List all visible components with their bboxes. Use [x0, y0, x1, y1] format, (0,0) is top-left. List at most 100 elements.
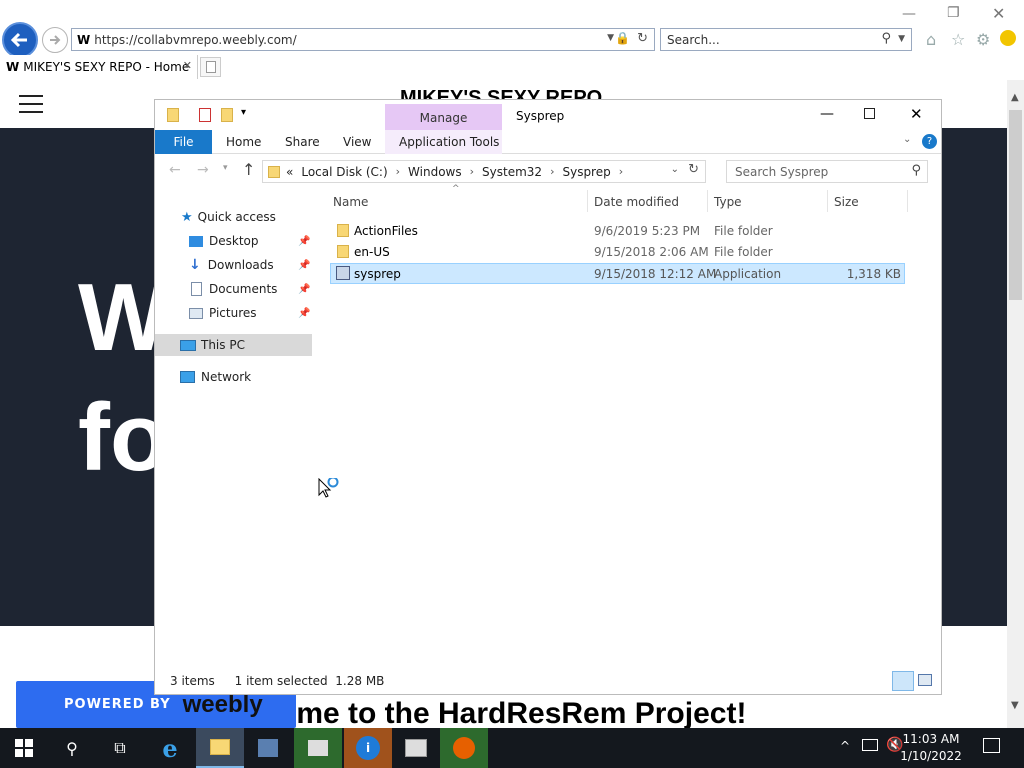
explorer-search-box[interactable]: Search Sysprep ⚲ — [726, 160, 928, 183]
refresh-icon[interactable]: ↻ — [688, 162, 699, 177]
up-arrow-icon[interactable]: ↑ — [242, 160, 255, 179]
browser-search-input[interactable]: Search... — [667, 33, 720, 47]
pin-icon[interactable]: 📌 — [298, 260, 310, 271]
ie-icon[interactable]: e — [146, 728, 194, 768]
firefox-icon[interactable] — [440, 728, 488, 768]
pin-icon[interactable]: 📌 — [298, 308, 310, 319]
nav-network[interactable]: Network — [155, 366, 313, 388]
home-icon[interactable]: ⌂ — [926, 30, 936, 49]
column-header-size[interactable]: Size — [834, 195, 859, 209]
browser-restore-icon[interactable]: ❐ — [947, 5, 960, 21]
network-status-icon[interactable] — [862, 739, 878, 751]
nav-back-icon[interactable]: ← — [169, 162, 181, 178]
search-icon[interactable]: ⚲ — [881, 31, 891, 46]
column-header-name[interactable]: Name — [333, 195, 368, 209]
settings-gear-icon[interactable]: ⚙ — [976, 30, 990, 49]
file-row-sysprep[interactable]: sysprep 9/15/2018 12:12 AM Application 1… — [330, 263, 905, 284]
folder-icon — [337, 245, 349, 258]
scroll-up-icon[interactable]: ▲ — [1011, 92, 1019, 103]
browser-minimize-icon[interactable]: — — [902, 6, 916, 22]
manage-tab[interactable]: Manage — [385, 104, 502, 130]
address-url[interactable]: https://collabvmrepo.weebly.com/ — [94, 33, 296, 47]
chevron-right-icon[interactable]: › — [619, 165, 623, 178]
nav-pictures[interactable]: Pictures 📌 — [155, 302, 313, 324]
task-view-icon[interactable]: ⧉ — [96, 728, 144, 768]
pin-icon[interactable]: 📌 — [298, 284, 310, 295]
explorer-titlebar[interactable]: ▾ Manage Sysprep — ✕ — [155, 100, 941, 130]
nav-this-pc[interactable]: This PC — [155, 334, 312, 356]
maximize-icon[interactable] — [864, 108, 875, 119]
chevron-right-icon[interactable]: › — [470, 165, 474, 178]
pin-icon[interactable]: 📌 — [298, 236, 310, 247]
file-explorer-icon[interactable] — [196, 728, 244, 768]
close-icon[interactable]: ✕ — [910, 105, 923, 123]
tab-view[interactable]: View — [343, 135, 371, 149]
folder-quick-icon[interactable] — [167, 108, 179, 122]
chevron-right-icon[interactable]: › — [396, 165, 400, 178]
tool-icon[interactable] — [392, 728, 440, 768]
column-divider[interactable] — [827, 190, 828, 212]
scroll-down-icon[interactable]: ▼ — [1011, 700, 1019, 711]
recent-locations-icon[interactable]: ▾ — [223, 163, 228, 173]
search-icon[interactable]: ⚲ — [911, 163, 921, 178]
nav-downloads[interactable]: ↓ Downloads 📌 — [155, 254, 313, 276]
server-manager-icon[interactable] — [244, 728, 292, 768]
breadcrumb-overflow[interactable]: « — [286, 165, 293, 179]
breadcrumb-local-disk[interactable]: Local Disk (C:) — [301, 165, 387, 179]
clock-time[interactable]: 11:03 AM — [896, 732, 966, 746]
clock-date[interactable]: 1/10/2022 — [896, 749, 966, 763]
column-header-date[interactable]: Date modified — [594, 195, 679, 209]
search-dropdown-icon[interactable]: ▼ — [898, 34, 905, 44]
large-icons-view-icon[interactable] — [918, 674, 932, 686]
notifications-icon[interactable] — [983, 738, 1000, 753]
column-header-type[interactable]: Type — [714, 195, 742, 209]
tab-share[interactable]: Share — [285, 135, 320, 149]
hamburger-menu-icon[interactable] — [19, 95, 43, 113]
explorer-search-input[interactable]: Search Sysprep — [735, 165, 828, 179]
smiley-feedback-icon[interactable] — [1000, 30, 1016, 46]
address-history-icon[interactable]: ⌄ — [671, 164, 679, 175]
tab-home[interactable]: Home — [226, 135, 261, 149]
breadcrumb-windows[interactable]: Windows — [408, 165, 462, 179]
refresh-icon[interactable]: ↻ — [637, 31, 648, 46]
notepad-icon[interactable] — [294, 728, 342, 768]
customize-toolbar-icon[interactable]: ▾ — [241, 107, 246, 118]
back-button[interactable] — [2, 22, 38, 58]
address-dropdown-icon[interactable]: ▼ — [607, 33, 614, 43]
address-bar[interactable]: W https://collabvmrepo.weebly.com/ ▼ 🔒 ↻ — [71, 28, 655, 51]
browser-tab-active[interactable]: W MIKEY'S SEXY REPO - Home ✕ — [0, 55, 198, 79]
start-button[interactable] — [0, 728, 48, 768]
info-icon[interactable]: i — [344, 728, 392, 768]
scroll-thumb[interactable] — [1009, 110, 1022, 300]
column-divider[interactable] — [907, 190, 908, 212]
column-divider[interactable] — [587, 190, 588, 212]
breadcrumb-sysprep[interactable]: Sysprep — [562, 165, 610, 179]
help-icon[interactable]: ? — [922, 134, 937, 149]
tab-file[interactable]: File — [155, 130, 212, 154]
ribbon-expand-icon[interactable]: ⌄ — [903, 134, 911, 145]
file-row-actionfiles[interactable]: ActionFiles 9/6/2019 5:23 PM File folder — [330, 221, 905, 242]
file-row-en-us[interactable]: en-US 9/15/2018 2:06 AM File folder — [330, 242, 905, 263]
tab-application-tools[interactable]: Application Tools — [399, 135, 499, 149]
lock-icon[interactable]: 🔒 — [615, 31, 630, 45]
browser-close-icon[interactable]: ✕ — [992, 4, 1005, 23]
nav-forward-icon[interactable]: → — [197, 162, 209, 178]
tab-close-icon[interactable]: ✕ — [183, 59, 192, 72]
nav-desktop[interactable]: Desktop 📌 — [155, 230, 313, 252]
nav-quick-access[interactable]: ★ Quick access — [155, 206, 313, 228]
nav-documents[interactable]: Documents 📌 — [155, 278, 313, 300]
search-icon[interactable]: ⚲ — [48, 728, 96, 768]
favorites-star-icon[interactable]: ☆ — [951, 30, 965, 49]
column-divider[interactable] — [707, 190, 708, 212]
new-folder-quick-icon[interactable] — [221, 108, 233, 122]
chevron-right-icon[interactable]: › — [550, 165, 554, 178]
breadcrumb[interactable]: « Local Disk (C:) › Windows › System32 › Sy… — [262, 160, 706, 183]
browser-search-box[interactable]: Search... ⚲ ▼ — [660, 28, 912, 51]
new-tab-button[interactable] — [200, 57, 221, 77]
minimize-icon[interactable]: — — [820, 106, 834, 122]
details-view-icon[interactable] — [892, 671, 914, 691]
show-hidden-icons-icon[interactable]: ^ — [840, 739, 850, 753]
properties-quick-icon[interactable] — [199, 108, 211, 122]
breadcrumb-system32[interactable]: System32 — [482, 165, 542, 179]
forward-button[interactable] — [42, 27, 68, 53]
